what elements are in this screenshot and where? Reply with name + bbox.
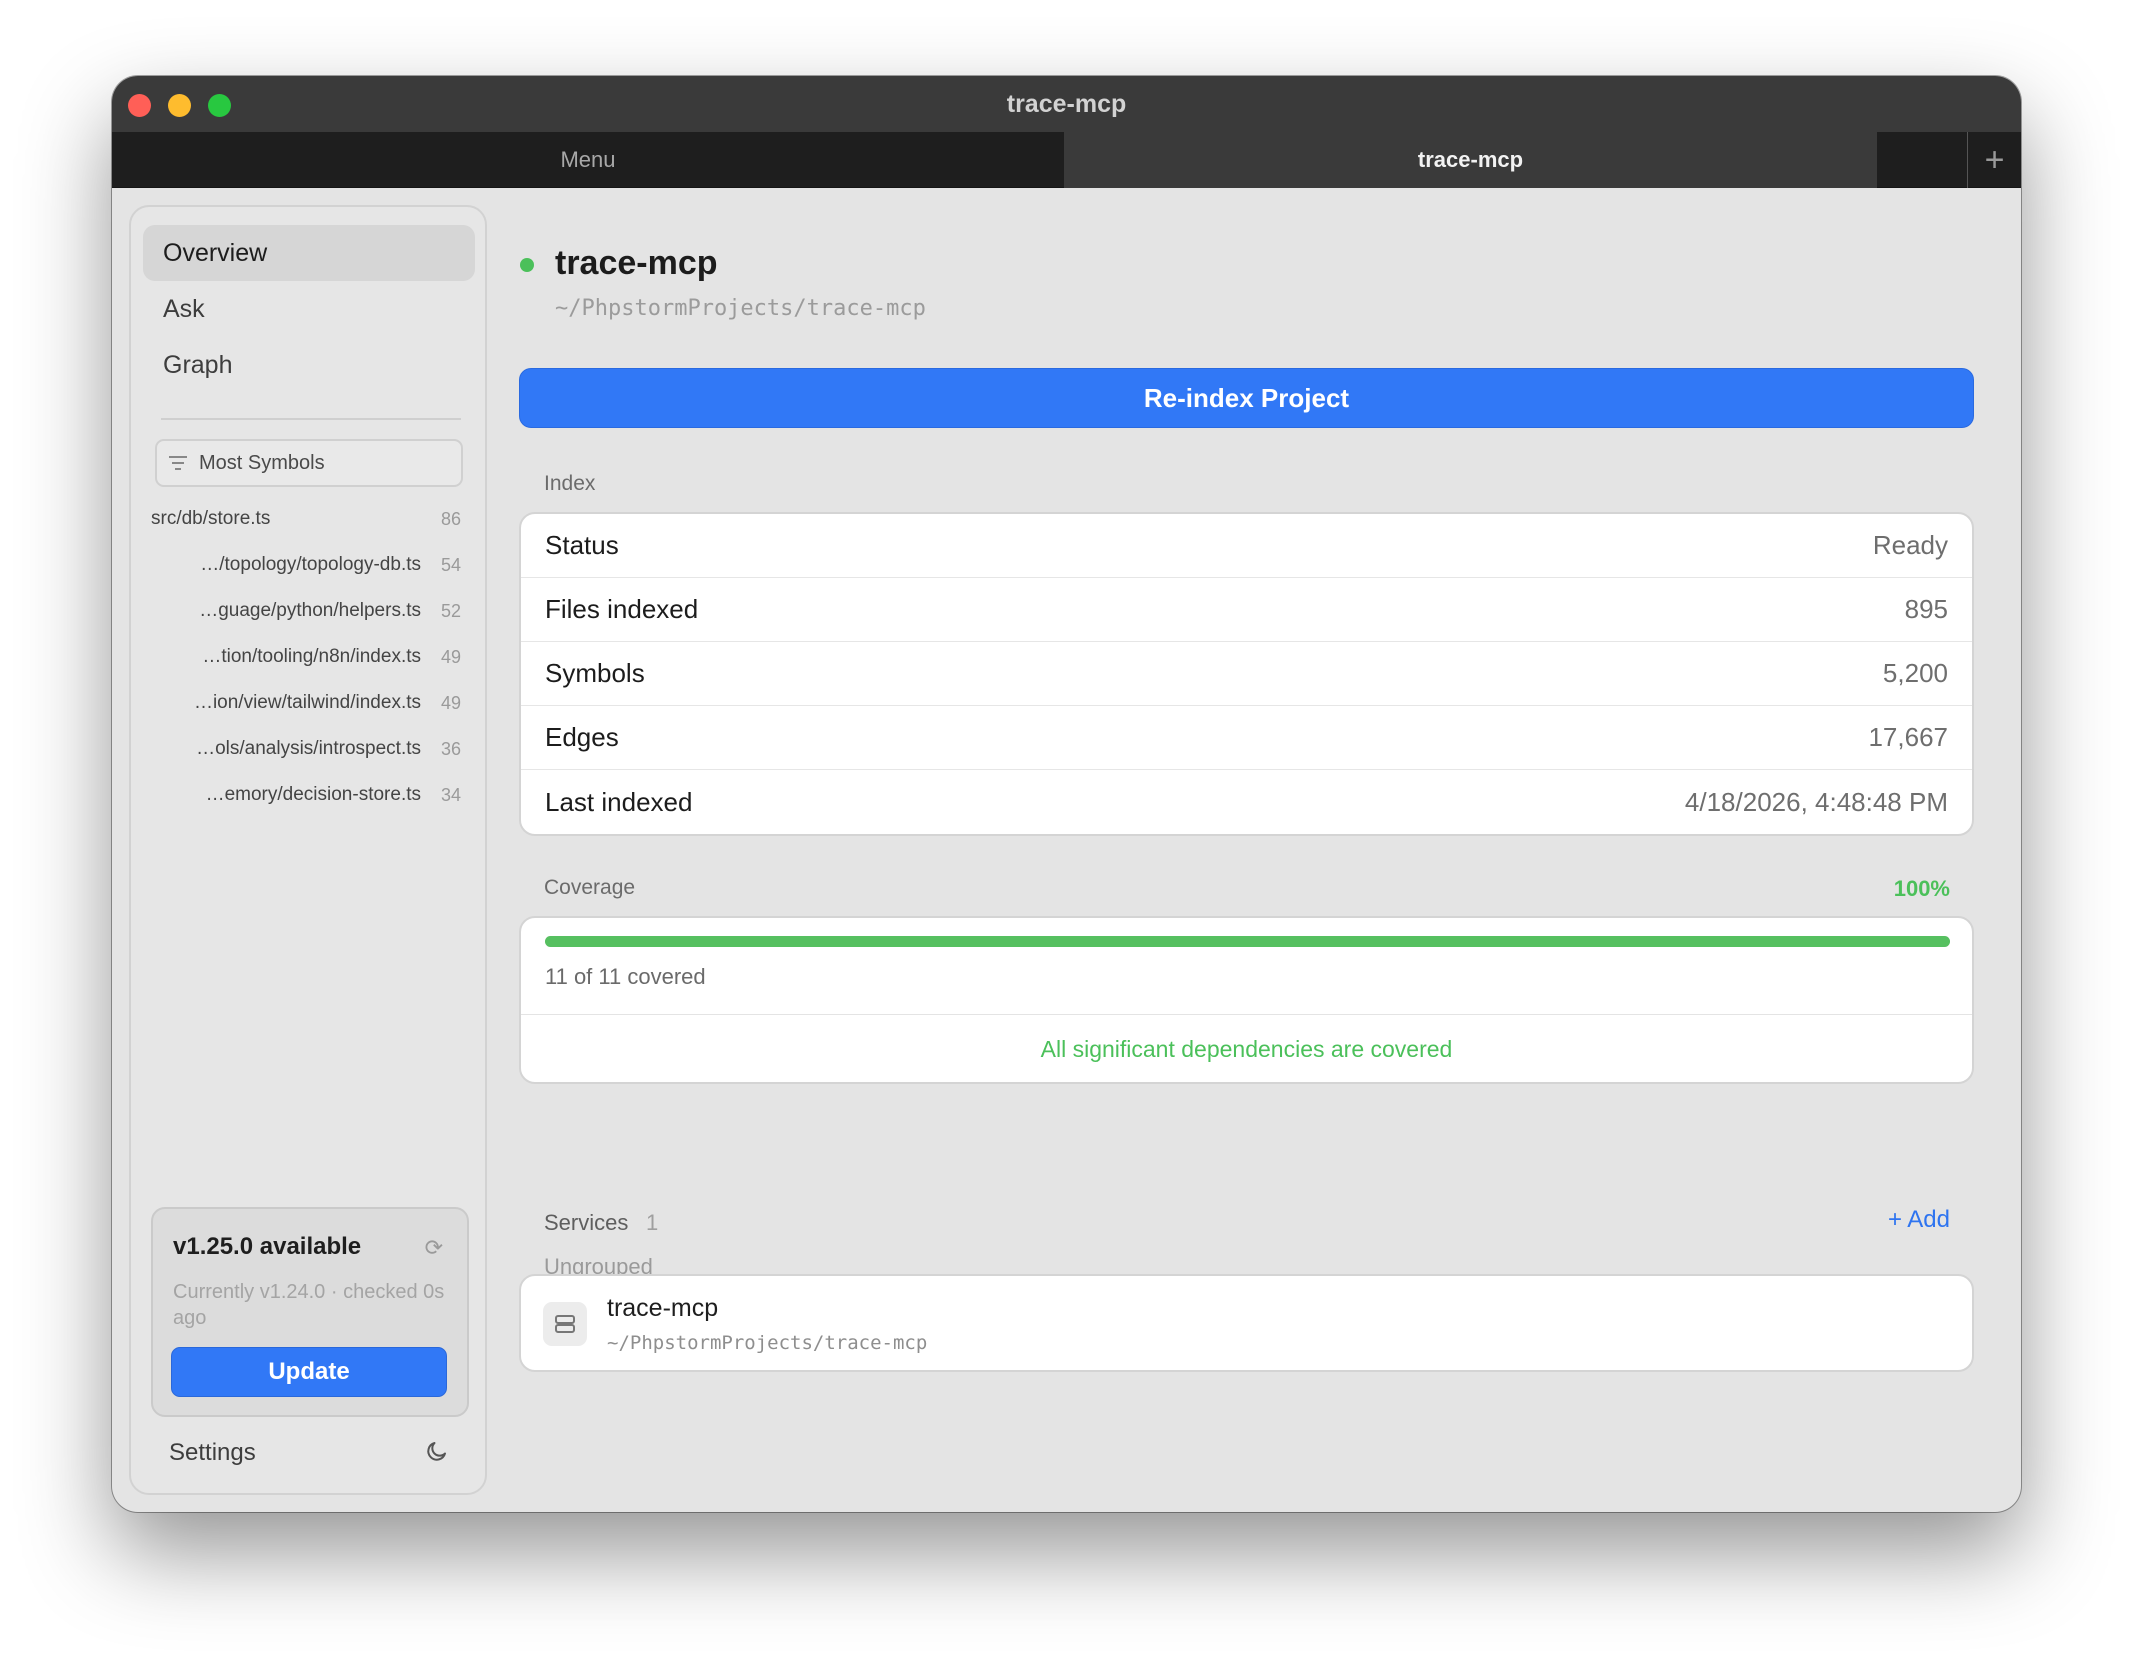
sidebar-item-overview[interactable]: Overview [143, 225, 475, 281]
tab-menu[interactable]: Menu [112, 132, 1064, 188]
coverage-message: All significant dependencies are covered [1040, 1036, 1453, 1062]
filter-label: Most Symbols [199, 451, 325, 474]
file-name: …emory/decision-store.ts [205, 784, 421, 805]
coverage-divider [521, 1014, 1972, 1015]
reindex-project-button[interactable]: Re-index Project [519, 368, 1974, 428]
file-list-item[interactable]: …/topology/topology-db.ts 54 [151, 549, 461, 581]
symbol-count: 49 [440, 646, 461, 667]
symbol-count: 54 [440, 554, 461, 575]
index-row-status: Status Ready [521, 514, 1972, 578]
status-indicator-dot [520, 258, 534, 272]
update-card: v1.25.0 available ⟳ Currently v1.24.0 · … [151, 1207, 469, 1417]
title-bar: trace-mcp [112, 76, 2021, 132]
index-row-files: Files indexed 895 [521, 578, 1972, 642]
index-row-edges: Edges 17,667 [521, 706, 1972, 770]
row-key: Status [545, 530, 619, 560]
index-row-last-indexed: Last indexed 4/18/2026, 4:48:48 PM [521, 770, 1972, 834]
row-value: 4/18/2026, 4:48:48 PM [1684, 786, 1948, 817]
file-name: …tion/tooling/n8n/index.ts [202, 646, 421, 667]
symbol-count: 52 [440, 600, 461, 621]
file-name: src/db/store.ts [151, 508, 271, 529]
row-value: Ready [1872, 530, 1948, 560]
server-icon [543, 1302, 587, 1346]
row-key: Last indexed [545, 786, 693, 817]
coverage-section-label: Coverage [544, 876, 636, 899]
file-list-item[interactable]: src/db/store.ts 86 [151, 503, 461, 535]
services-count: 1 [646, 1210, 659, 1235]
coverage-count: 11 of 11 covered [545, 964, 706, 989]
coverage-progress-fill [545, 936, 1950, 947]
sort-filter-dropdown[interactable]: Most Symbols [155, 439, 463, 487]
service-item[interactable]: trace-mcp ~/PhpstormProjects/trace-mcp [519, 1274, 1974, 1372]
index-card: Status Ready Files indexed 895 Symbols 5… [519, 512, 1974, 836]
app-window: trace-mcp Menu trace-mcp + Overview Ask … [112, 76, 2021, 1512]
update-status-text: Currently v1.24.0 · checked 0s ago [173, 1281, 445, 1329]
filter-icon [169, 456, 187, 470]
index-row-symbols: Symbols 5,200 [521, 642, 1972, 706]
moon-icon[interactable] [425, 1439, 449, 1463]
row-value: 5,200 [1882, 658, 1948, 688]
file-name: …/topology/topology-db.ts [200, 554, 421, 575]
row-key: Symbols [545, 658, 645, 688]
file-name: …ols/analysis/introspect.ts [196, 738, 421, 759]
coverage-card: 11 of 11 covered All significant depende… [519, 916, 1974, 1084]
sidebar-item-graph[interactable]: Graph [143, 337, 475, 393]
update-title: v1.25.0 available [173, 1233, 362, 1260]
row-key: Edges [545, 722, 619, 752]
update-button[interactable]: Update [171, 1347, 447, 1397]
add-tab-button[interactable]: + [1967, 132, 2021, 188]
symbol-count: 34 [440, 784, 461, 805]
symbol-count: 36 [440, 738, 461, 759]
service-path: ~/PhpstormProjects/trace-mcp [607, 1332, 928, 1354]
coverage-progress-bar [545, 936, 1950, 947]
sidebar-item-ask[interactable]: Ask [143, 281, 475, 337]
sidebar-divider [161, 418, 461, 420]
coverage-percent: 100% [1893, 876, 1950, 901]
row-value: 895 [1904, 594, 1948, 624]
services-section-label: Services [544, 1210, 629, 1235]
symbol-count: 86 [440, 508, 461, 529]
window-title: trace-mcp [1006, 90, 1127, 118]
file-list-item[interactable]: …tion/tooling/n8n/index.ts 49 [151, 641, 461, 673]
project-path: ~/PhpstormProjects/trace-mcp [555, 296, 926, 321]
file-list-item[interactable]: …guage/python/helpers.ts 52 [151, 595, 461, 627]
settings-link[interactable]: Settings [169, 1439, 256, 1467]
file-name: …guage/python/helpers.ts [199, 600, 421, 621]
file-name: …ion/view/tailwind/index.ts [193, 692, 421, 713]
sidebar: Overview Ask Graph Most Symbols src/db/s… [129, 205, 487, 1495]
file-list-item[interactable]: …ion/view/tailwind/index.ts 49 [151, 687, 461, 719]
row-key: Files indexed [545, 594, 699, 624]
tab-bar: Menu trace-mcp + [112, 132, 2021, 188]
refresh-icon[interactable]: ⟳ [425, 1235, 443, 1261]
symbol-count: 49 [440, 692, 461, 713]
row-value: 17,667 [1868, 722, 1948, 752]
add-service-button[interactable]: + Add [1854, 1206, 1950, 1234]
index-section-label: Index [544, 472, 596, 495]
project-title: trace-mcp [555, 244, 718, 282]
service-name: trace-mcp [607, 1294, 719, 1322]
file-list-item[interactable]: …emory/decision-store.ts 34 [151, 779, 461, 811]
file-list-item[interactable]: …ols/analysis/introspect.ts 36 [151, 733, 461, 765]
tab-trace-mcp[interactable]: trace-mcp [1064, 132, 1877, 188]
